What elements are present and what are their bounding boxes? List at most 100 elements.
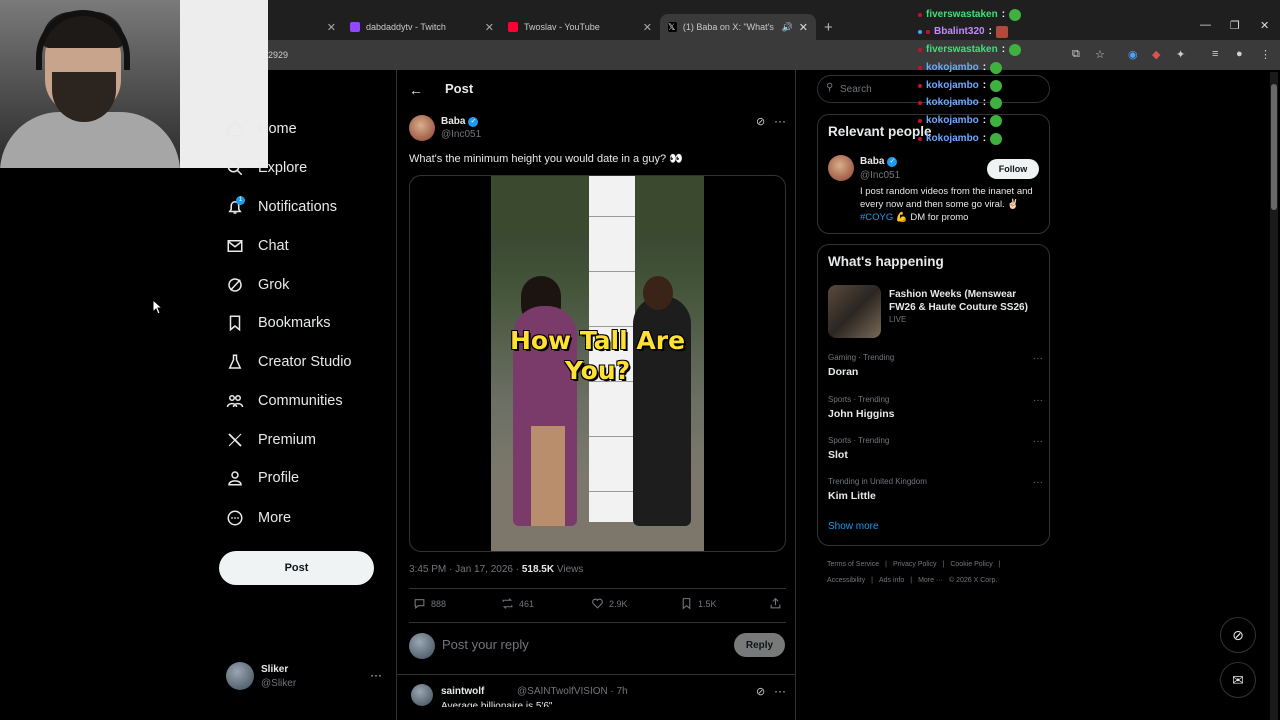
reply-action[interactable]: 888 — [413, 597, 446, 610]
puzzle-icon[interactable]: ✦ — [1176, 48, 1185, 61]
share-action[interactable] — [769, 597, 782, 610]
footer-link[interactable]: Terms of Service — [827, 561, 879, 568]
share-icon — [770, 597, 781, 609]
reply-button[interactable]: Reply — [734, 633, 785, 657]
back-arrow-icon[interactable]: ← — [409, 82, 423, 98]
speaker-icon[interactable]: 🔊 — [782, 22, 793, 33]
star-icon[interactable]: ☆ — [1095, 48, 1105, 61]
post-timestamp[interactable]: 3:45 PM · Jan 17, 2026 · — [409, 564, 522, 575]
post-video[interactable]: How Tall Are You? — [409, 175, 786, 552]
divider — [409, 622, 786, 623]
tab-x-post[interactable]: 𝕏 (1) Baba on X: "What's the 🔊 ✕ — [660, 14, 816, 40]
post-button[interactable]: Post — [219, 551, 374, 585]
trend-item[interactable]: Gaming · Trending Doran ··· — [828, 353, 1043, 383]
messages-float-button[interactable]: ✉ — [1220, 662, 1256, 698]
install-icon[interactable]: ⧉ — [1072, 48, 1080, 61]
more-icon[interactable]: ··· — [774, 114, 786, 128]
nav-home[interactable]: Home — [226, 117, 297, 141]
emote-icon — [995, 25, 1008, 38]
tab-label: Twoslav - YouTube — [524, 22, 600, 32]
grok-icon: ⊘ — [1232, 626, 1244, 643]
footer-link[interactable]: Privacy Policy — [893, 561, 937, 568]
new-tab-button[interactable]: + — [824, 19, 833, 36]
footer-link[interactable]: More ··· — [918, 577, 943, 584]
more-icon[interactable]: ··· — [1033, 353, 1043, 364]
author-name[interactable]: Baba ✓ — [441, 116, 479, 127]
trend-item[interactable]: Sports · Trending Slot ··· — [828, 436, 1043, 466]
repost-action[interactable]: 461 — [501, 597, 534, 610]
video-frame[interactable]: How Tall Are You? — [491, 176, 704, 551]
footer-link[interactable]: Ads info — [879, 577, 904, 584]
chat-message: kokojambo: — [918, 78, 1003, 93]
extension-icon[interactable]: ◉ — [1128, 48, 1138, 61]
reply-author-handle[interactable]: @SAINTwolfVISION · 7h — [517, 686, 628, 697]
show-more-link[interactable]: Show more — [828, 521, 879, 532]
reply-author-name[interactable]: saintwolf — [441, 686, 484, 697]
extension-icon[interactable]: ◆ — [1152, 48, 1160, 61]
nav-premium[interactable]: Premium — [226, 428, 316, 452]
live-label: LIVE — [889, 315, 907, 324]
emote-icon — [1009, 8, 1022, 21]
nav-profile[interactable]: Profile — [226, 466, 299, 490]
maximize-icon[interactable]: ❐ — [1230, 19, 1240, 32]
grok-float-button[interactable]: ⊘ — [1220, 617, 1256, 653]
close-tab-icon[interactable]: ✕ — [485, 21, 494, 34]
post-metadata: 3:45 PM · Jan 17, 2026 · 518.5K Views — [409, 564, 583, 575]
bio-text: 💪 DM for promo — [893, 212, 969, 223]
tab-unknown[interactable]: ✕ — [270, 16, 336, 38]
chat-message: kokojambo: — [918, 95, 1003, 110]
whats-happening-card: What's happening Fashion Weeks (Menswear… — [817, 244, 1050, 546]
trend-item[interactable]: Trending in United Kingdom Kim Little ··… — [828, 477, 1043, 507]
reply-author-avatar[interactable] — [411, 684, 433, 706]
like-count: 2.9K — [609, 598, 628, 609]
tab-youtube[interactable]: Twoslav - YouTube ✕ — [508, 16, 652, 38]
grok-icon[interactable]: ⊘ — [756, 685, 765, 698]
nav-chat[interactable]: Chat — [226, 234, 289, 258]
nav-more[interactable]: More — [226, 506, 291, 530]
close-window-icon[interactable]: ✕ — [1260, 19, 1269, 32]
tab-search-icon[interactable]: ≡ — [1212, 48, 1218, 60]
nav-grok[interactable]: Grok — [226, 273, 289, 297]
more-icon[interactable]: ··· — [1033, 477, 1043, 488]
page-scrollbar[interactable] — [1270, 72, 1278, 720]
person-avatar[interactable] — [828, 155, 854, 181]
trend-item[interactable]: Sports · Trending John Higgins ··· — [828, 395, 1043, 425]
close-tab-icon[interactable]: ✕ — [799, 21, 808, 34]
author-handle[interactable]: @Inc051 — [441, 129, 481, 140]
close-tab-icon[interactable]: ✕ — [643, 21, 652, 34]
bio-hashtag[interactable]: #COYG — [860, 212, 893, 223]
url-text[interactable]: 2929 — [268, 50, 288, 60]
trend-name: Slot — [828, 449, 848, 461]
nav-communities[interactable]: Communities — [226, 389, 343, 413]
tab-twitch[interactable]: dabdaddytv - Twitch ✕ — [350, 16, 494, 38]
footer-link[interactable]: Cookie Policy — [950, 561, 992, 568]
more-icon[interactable]: ··· — [1033, 436, 1043, 447]
like-action[interactable]: 2.9K — [591, 597, 628, 610]
close-tab-icon[interactable]: ✕ — [327, 21, 336, 34]
follow-button[interactable]: Follow — [987, 159, 1039, 179]
profile-icon[interactable]: ● — [1236, 48, 1243, 60]
nav-creator-studio[interactable]: Creator Studio — [226, 350, 352, 374]
footer-separator: | — [910, 577, 913, 584]
browser-menu-icon[interactable]: ⋮ — [1260, 48, 1271, 61]
minimize-icon[interactable]: — — [1200, 19, 1211, 31]
account-switcher[interactable]: Sliker @Sliker ··· — [226, 662, 386, 692]
featured-trend-title[interactable]: Fashion Weeks (Menswear FW26 & Haute Cou… — [889, 288, 1039, 314]
person-handle[interactable]: @Inc051 — [860, 170, 900, 181]
scrollbar-thumb[interactable] — [1271, 84, 1277, 210]
bookmark-action[interactable]: 1.5K — [680, 597, 717, 610]
nav-label: Explore — [258, 160, 308, 176]
more-icon[interactable]: ··· — [1033, 395, 1043, 406]
trend-category: Sports · Trending — [828, 395, 890, 404]
more-icon[interactable]: ··· — [774, 684, 786, 698]
nav-explore[interactable]: Explore — [226, 156, 307, 180]
footer-link[interactable]: Accessibility — [827, 577, 865, 584]
reply-input[interactable]: Post your reply — [442, 637, 529, 652]
grok-icon[interactable]: ⊘ — [756, 115, 765, 128]
more-icon[interactable]: ··· — [370, 668, 382, 682]
nav-bookmarks[interactable]: Bookmarks — [226, 311, 331, 335]
author-avatar[interactable] — [409, 115, 435, 141]
trend-thumbnail[interactable] — [828, 285, 881, 338]
person-name[interactable]: Baba ✓ — [860, 156, 898, 167]
main-column: ← Post Baba ✓ @Inc051 ⊘ ··· What's the m… — [396, 70, 796, 720]
